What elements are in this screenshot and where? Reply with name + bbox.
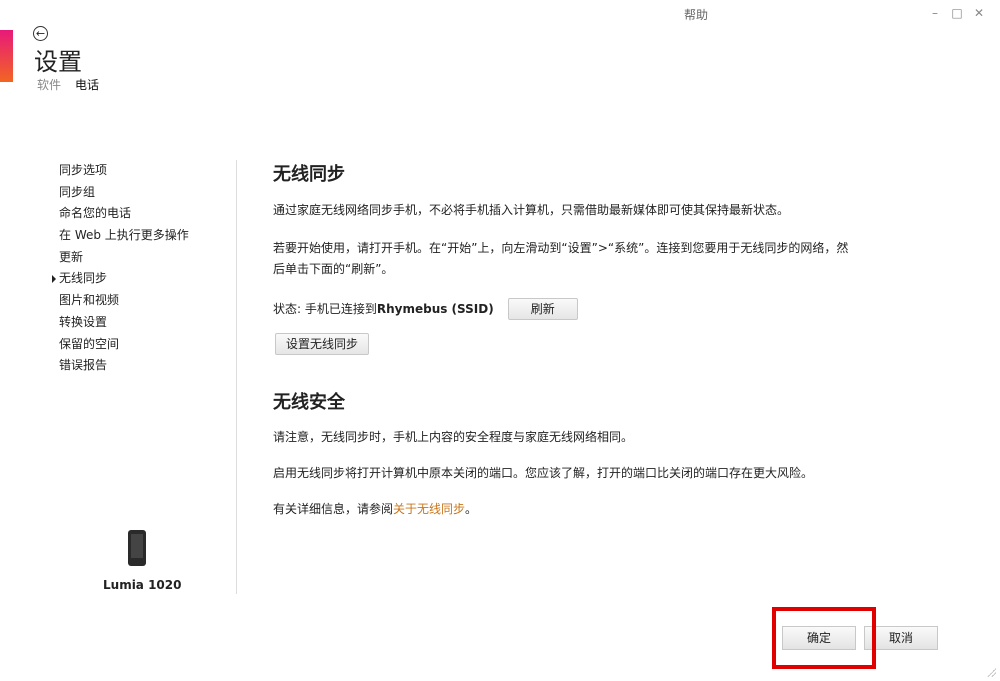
security-note: 请注意，无线同步时，手机上内容的安全程度与家庭无线网络相同。 xyxy=(273,430,634,444)
tab-software[interactable]: 软件 xyxy=(37,76,61,93)
status-network: Rhymebus (SSID) xyxy=(376,301,494,316)
nav-item-web[interactable]: 在 Web 上执行更多操作 xyxy=(52,225,189,247)
wireless-sync-heading: 无线同步 xyxy=(273,164,345,185)
wireless-sync-intro: 通过家庭无线网络同步手机，不必将手机插入计算机，只需借助最新媒体即可使其保持最新… xyxy=(273,203,790,217)
ok-highlight-box xyxy=(772,607,876,669)
nav-item-wireless-sync[interactable]: 无线同步 xyxy=(52,268,189,290)
close-button[interactable]: ✕ xyxy=(968,4,990,22)
minimize-button[interactable]: – xyxy=(924,4,946,22)
nav-item-conversion[interactable]: 转换设置 xyxy=(52,312,189,334)
setup-row: 设置无线同步 xyxy=(273,333,933,355)
nav-item-error-reports[interactable]: 错误报告 xyxy=(52,355,189,377)
settings-content: 无线同步 通过家庭无线网络同步手机，不必将手机插入计算机，只需借助最新媒体即可使… xyxy=(273,160,933,520)
setup-wireless-sync-button[interactable]: 设置无线同步 xyxy=(275,333,370,355)
more-info-suffix: 。 xyxy=(465,502,478,516)
nav-item-name-phone[interactable]: 命名您的电话 xyxy=(52,203,189,225)
nav-item-pictures-videos[interactable]: 图片和视频 xyxy=(52,290,189,312)
more-info-prefix: 有关详细信息，请参阅 xyxy=(273,502,394,516)
nav-item-updates[interactable]: 更新 xyxy=(52,247,189,269)
nav-item-sync-groups[interactable]: 同步组 xyxy=(52,182,189,204)
sync-status-row: 状态: 手机已连接到 Rhymebus (SSID) 刷新 xyxy=(273,298,933,320)
tab-phone[interactable]: 电话 xyxy=(75,76,99,93)
wireless-sync-instructions: 若要开始使用，请打开手机。在“开始”上，向左滑动到“设置”>“系统”。连接到您要… xyxy=(273,238,933,280)
back-arrow-icon: ← xyxy=(35,27,46,40)
page-title: 设置 xyxy=(34,48,82,76)
security-more-info: 有关详细信息，请参阅关于无线同步。 xyxy=(273,499,933,520)
instructions-line-1: 若要开始使用，请打开手机。在“开始”上，向左滑动到“设置”>“系统”。连接到您要… xyxy=(273,241,849,255)
settings-nav: 同步选项 同步组 命名您的电话 在 Web 上执行更多操作 更新 无线同步 图片… xyxy=(52,160,189,377)
window-controls: – □ ✕ xyxy=(924,4,990,22)
instructions-line-2: 后单击下面的“刷新”。 xyxy=(273,262,394,276)
help-link[interactable]: 帮助 xyxy=(684,6,708,23)
resize-grip-icon[interactable] xyxy=(986,667,996,677)
security-ports: 启用无线同步将打开计算机中原本关闭的端口。您应该了解，打开的端口比关闭的端口存在… xyxy=(273,466,814,480)
device-name: Lumia 1020 xyxy=(103,578,182,592)
app-accent-bar xyxy=(0,30,13,82)
nav-item-sync-options[interactable]: 同步选项 xyxy=(52,160,189,182)
top-tabs: 软件 电话 xyxy=(37,76,99,93)
nav-item-reserved-space[interactable]: 保留的空间 xyxy=(52,334,189,356)
refresh-button[interactable]: 刷新 xyxy=(507,298,578,320)
about-wireless-sync-link[interactable]: 关于无线同步 xyxy=(393,502,465,516)
maximize-button[interactable]: □ xyxy=(946,4,968,22)
nav-divider xyxy=(236,160,237,594)
phone-icon xyxy=(128,530,146,566)
back-button[interactable]: ← xyxy=(33,26,48,41)
status-prefix: 状态: 手机已连接到 xyxy=(273,301,377,316)
wireless-security-heading: 无线安全 xyxy=(273,392,345,413)
